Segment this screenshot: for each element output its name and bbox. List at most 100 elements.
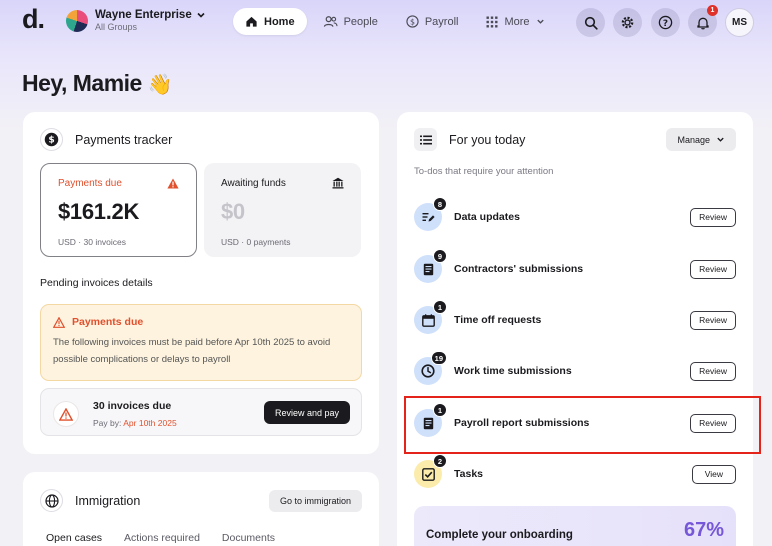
tasks-icon-wrapper: 2: [414, 454, 447, 488]
home-icon: [246, 16, 257, 27]
tab-actions-required[interactable]: Actions required: [124, 532, 200, 544]
immigration-tabs: Open cases Actions required Documents: [46, 532, 275, 544]
pending-invoices-title: Pending invoices details: [40, 277, 153, 289]
view-button[interactable]: View: [691, 464, 736, 484]
todo-label: Time off requests: [454, 314, 542, 326]
payments-due-meta: USD · 30 invoices: [58, 237, 127, 247]
nav-home[interactable]: Home: [233, 8, 307, 35]
dollar-icon: $: [44, 132, 59, 147]
gear-icon: [621, 16, 634, 29]
org-subtitle: All Groups: [95, 22, 138, 32]
data-updates-icon-wrapper: 8: [414, 197, 447, 231]
app-logo[interactable]: d.: [22, 4, 45, 35]
list-icon-wrapper: [414, 128, 437, 151]
tab-open-cases[interactable]: Open cases: [46, 532, 102, 544]
pay-by-label: Pay by:: [93, 418, 122, 428]
warning-icon: [167, 178, 179, 189]
time-off-icon-wrapper: 1: [414, 300, 447, 334]
alert-title: Payments due: [72, 316, 144, 328]
immigration-card: Immigration Go to immigration Open cases…: [23, 472, 379, 546]
settings-button[interactable]: [613, 8, 642, 37]
nav-more-label: More: [504, 15, 530, 28]
org-switcher[interactable]: Wayne Enterprise All Groups: [66, 9, 206, 32]
todo-count-badge: 19: [430, 351, 447, 365]
todo-item-data-updates: 8 Data updates Review: [414, 197, 736, 234]
invoices-due-title: 30 invoices due: [93, 400, 172, 412]
people-icon: [323, 16, 338, 27]
todo-item-contractors-submissions: 9 Contractors' submissions Review: [414, 249, 736, 286]
chevron-down-icon: [536, 19, 544, 24]
nav-more[interactable]: More: [474, 8, 556, 35]
checkbox-icon: [421, 467, 435, 481]
invoices-warning-badge: [53, 401, 79, 427]
user-avatar[interactable]: MS: [725, 8, 754, 37]
todo-count-badge: 9: [433, 249, 447, 263]
manage-button[interactable]: Manage: [666, 128, 736, 151]
payments-tracker-card: $ Payments tracker Payments due $161.2K …: [23, 112, 379, 454]
main-nav: Home People $ Payroll More: [233, 8, 557, 35]
dollar-icon: $: [406, 15, 419, 28]
review-button[interactable]: Review: [690, 361, 736, 381]
immigration-title: Immigration: [75, 493, 141, 508]
help-button[interactable]: ?: [651, 8, 680, 37]
review-and-pay-button[interactable]: Review and pay: [263, 401, 350, 424]
todo-label: Data updates: [454, 211, 520, 223]
greeting-text: Hey, Mamie: [22, 70, 142, 96]
tab-documents[interactable]: Documents: [222, 532, 275, 544]
payments-due-tile[interactable]: Payments due $161.2K USD · 30 invoices: [40, 163, 197, 257]
nav-payroll[interactable]: $ Payroll: [394, 8, 471, 35]
pay-by-date: Apr 10th 2025: [123, 418, 177, 428]
todo-count-badge: 1: [433, 300, 447, 314]
awaiting-funds-amount: $0: [221, 199, 245, 224]
nav-people[interactable]: People: [311, 8, 390, 35]
grid-icon: [486, 16, 498, 27]
search-icon: [584, 16, 598, 30]
payments-due-alert: Payments due The following invoices must…: [40, 304, 362, 381]
review-button[interactable]: Review: [690, 259, 736, 279]
todo-count-badge: 2: [433, 454, 447, 468]
highlight-box: [404, 396, 761, 454]
notification-badge: 1: [707, 5, 718, 16]
top-bar: d. Wayne Enterprise All Groups Home Peop…: [0, 0, 772, 44]
review-button[interactable]: Review: [690, 310, 736, 330]
todo-count-badge: 8: [433, 197, 447, 211]
alert-text: The following invoices must be paid befo…: [53, 337, 331, 365]
immigration-icon: [40, 489, 63, 512]
document-icon: [423, 263, 433, 275]
calendar-icon: [421, 313, 435, 327]
greeting: Hey, Mamie 👋: [22, 70, 173, 97]
todo-item-time-off-requests: 1 Time off requests Review: [414, 300, 736, 337]
bank-icon: [332, 177, 344, 189]
nav-home-label: Home: [264, 15, 295, 28]
awaiting-funds-meta: USD · 0 payments: [221, 237, 291, 247]
todo-item-work-time-submissions: 19 Work time submissions Review: [414, 351, 736, 388]
payments-due-amount: $161.2K: [58, 199, 140, 224]
org-name: Wayne Enterprise: [95, 9, 192, 21]
payments-tracker-title: Payments tracker: [75, 132, 173, 147]
review-button[interactable]: Review: [690, 207, 736, 227]
awaiting-funds-tile[interactable]: Awaiting funds $0 USD · 0 payments: [204, 163, 361, 257]
work-time-icon-wrapper: 19: [414, 351, 447, 385]
search-button[interactable]: [576, 8, 605, 37]
notifications-button[interactable]: 1: [688, 5, 718, 37]
onboarding-percent: 67%: [683, 519, 724, 541]
nav-people-label: People: [343, 15, 378, 28]
warning-outline-icon: [53, 316, 65, 328]
list-icon: [419, 135, 432, 144]
contractors-icon-wrapper: 9: [414, 249, 447, 283]
onboarding-progress-card[interactable]: Complete your onboarding 67%: [414, 506, 736, 546]
help-icon: ?: [658, 15, 673, 30]
onboarding-title: Complete your onboarding: [426, 529, 573, 541]
go-to-immigration-button[interactable]: Go to immigration: [268, 490, 362, 512]
todo-label: Work time submissions: [454, 365, 572, 377]
clock-icon: [421, 364, 435, 378]
globe-icon: [44, 493, 59, 508]
nav-payroll-label: Payroll: [424, 15, 459, 28]
todo-label: Contractors' submissions: [454, 263, 584, 275]
payments-tracker-icon: $: [40, 128, 63, 151]
awaiting-funds-label: Awaiting funds: [221, 177, 286, 189]
invoices-due-deadline: Pay by: Apr 10th 2025: [93, 418, 177, 428]
wave-emoji-icon: 👋: [147, 71, 173, 96]
svg-text:$: $: [48, 136, 54, 146]
edit-list-icon: [422, 213, 435, 222]
